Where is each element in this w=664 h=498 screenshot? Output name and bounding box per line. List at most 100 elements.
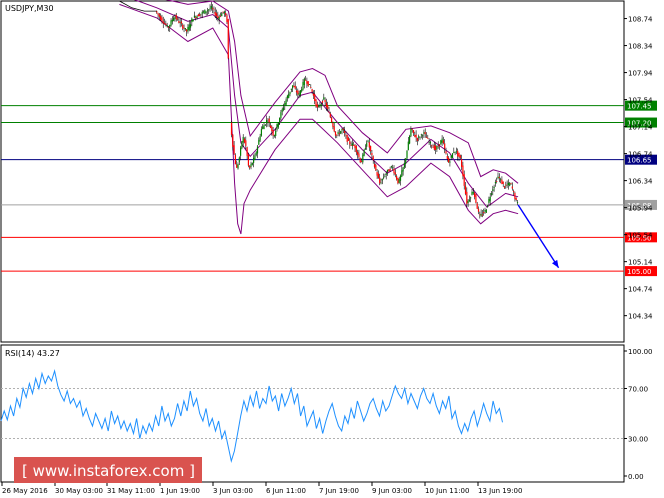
candle-body: [276, 123, 278, 130]
candle-body: [338, 133, 341, 135]
candle-body: [249, 165, 251, 168]
candle-body: [484, 209, 486, 212]
main-y-tick-label: 105.14: [628, 259, 653, 267]
candle-body: [355, 146, 357, 153]
candle-body: [223, 11, 225, 14]
candle-body: [392, 167, 394, 169]
candle-body: [166, 25, 168, 27]
candle-body: [316, 104, 318, 108]
candle-body: [463, 174, 465, 186]
candle-body: [445, 151, 447, 154]
candle-body: [294, 85, 296, 89]
candle-body: [238, 157, 240, 163]
candle-body: [215, 13, 218, 17]
candle-body: [191, 18, 193, 23]
candle-body: [372, 156, 374, 161]
candle-body: [263, 125, 265, 130]
candle-body: [285, 99, 287, 105]
candle-body: [424, 132, 426, 135]
candle-body: [178, 21, 180, 23]
candle-body: [247, 154, 250, 166]
candle-body: [259, 136, 261, 141]
candle-body: [419, 137, 421, 139]
candle-body: [233, 145, 235, 155]
candle-body: [493, 186, 495, 189]
candle-body: [284, 103, 286, 106]
candle-body: [444, 143, 446, 149]
candle-body: [401, 170, 403, 177]
candle-body: [457, 150, 459, 157]
candle-body: [490, 193, 493, 195]
candle-body: [515, 198, 517, 201]
rsi-y-tick-label: 30.00: [628, 436, 648, 444]
candle-body: [396, 175, 398, 180]
candle-body: [308, 84, 311, 85]
candle-body: [468, 199, 471, 202]
x-tick-label: 30 May 03:00: [55, 487, 103, 495]
candle-body: [298, 93, 300, 96]
candle-body: [393, 168, 395, 174]
candle-body: [405, 158, 407, 164]
candle-body: [277, 122, 279, 128]
candle-body: [226, 15, 228, 23]
candle-body: [467, 200, 469, 203]
candle-body: [344, 131, 346, 134]
candle-body: [221, 13, 223, 17]
candle-body: [320, 103, 322, 106]
candle-body: [214, 11, 216, 16]
candle-body: [242, 136, 244, 143]
candle-body: [406, 150, 408, 159]
candle-body: [425, 136, 428, 138]
candle-body: [433, 144, 435, 150]
candle-body: [431, 145, 433, 147]
candle-body: [399, 175, 402, 181]
candle-body: [254, 155, 256, 160]
candle-body: [205, 11, 207, 13]
candle-body: [480, 213, 482, 216]
candle-body: [472, 191, 474, 194]
candle-body: [280, 112, 282, 118]
candle-body: [442, 140, 445, 144]
candle-body: [440, 140, 442, 145]
candle-body: [342, 128, 344, 130]
candle-body: [328, 111, 330, 113]
candle-body: [305, 79, 307, 81]
candle-body: [327, 105, 329, 109]
candle-body: [398, 178, 400, 183]
candle-body: [336, 134, 338, 136]
candle-body: [513, 190, 515, 192]
candle-body: [269, 125, 272, 128]
watermark[interactable]: [ www.instaforex.com ]: [14, 457, 202, 483]
candle-body: [476, 203, 478, 209]
candle-body: [458, 152, 460, 158]
candle-body: [230, 122, 233, 135]
x-tick-label: 1 Jun 19:00: [160, 487, 200, 495]
candle-body: [483, 212, 485, 214]
candle-body: [222, 11, 224, 13]
candle-body: [292, 85, 294, 89]
candle-body: [437, 145, 439, 147]
x-tick-label: 9 Jun 03:00: [372, 487, 412, 495]
candle-body: [175, 15, 177, 20]
candle-body: [331, 117, 333, 123]
main-y-tick-label: 104.74: [628, 286, 653, 294]
x-tick-label: 26 May 2016: [2, 487, 48, 495]
candle-body: [435, 145, 437, 150]
watermark-text: [ www.instaforex.com ]: [22, 462, 195, 480]
candle-body: [446, 155, 448, 160]
candle-body: [180, 21, 183, 24]
main-y-tick-label: 104.34: [628, 313, 653, 321]
candle-body: [333, 126, 335, 132]
candle-body: [245, 140, 247, 146]
candle-body: [501, 179, 503, 185]
candle-body: [418, 136, 420, 138]
main-y-tick-label: 107.14: [628, 124, 653, 132]
candle-body: [494, 181, 497, 184]
candle-body: [237, 163, 239, 169]
candle-body: [165, 23, 167, 26]
main-chart-title: USDJPY,M30: [5, 4, 54, 13]
candle-body: [412, 130, 415, 134]
candle-body: [262, 126, 264, 129]
candle-body: [462, 165, 464, 177]
candle-body: [492, 189, 494, 191]
